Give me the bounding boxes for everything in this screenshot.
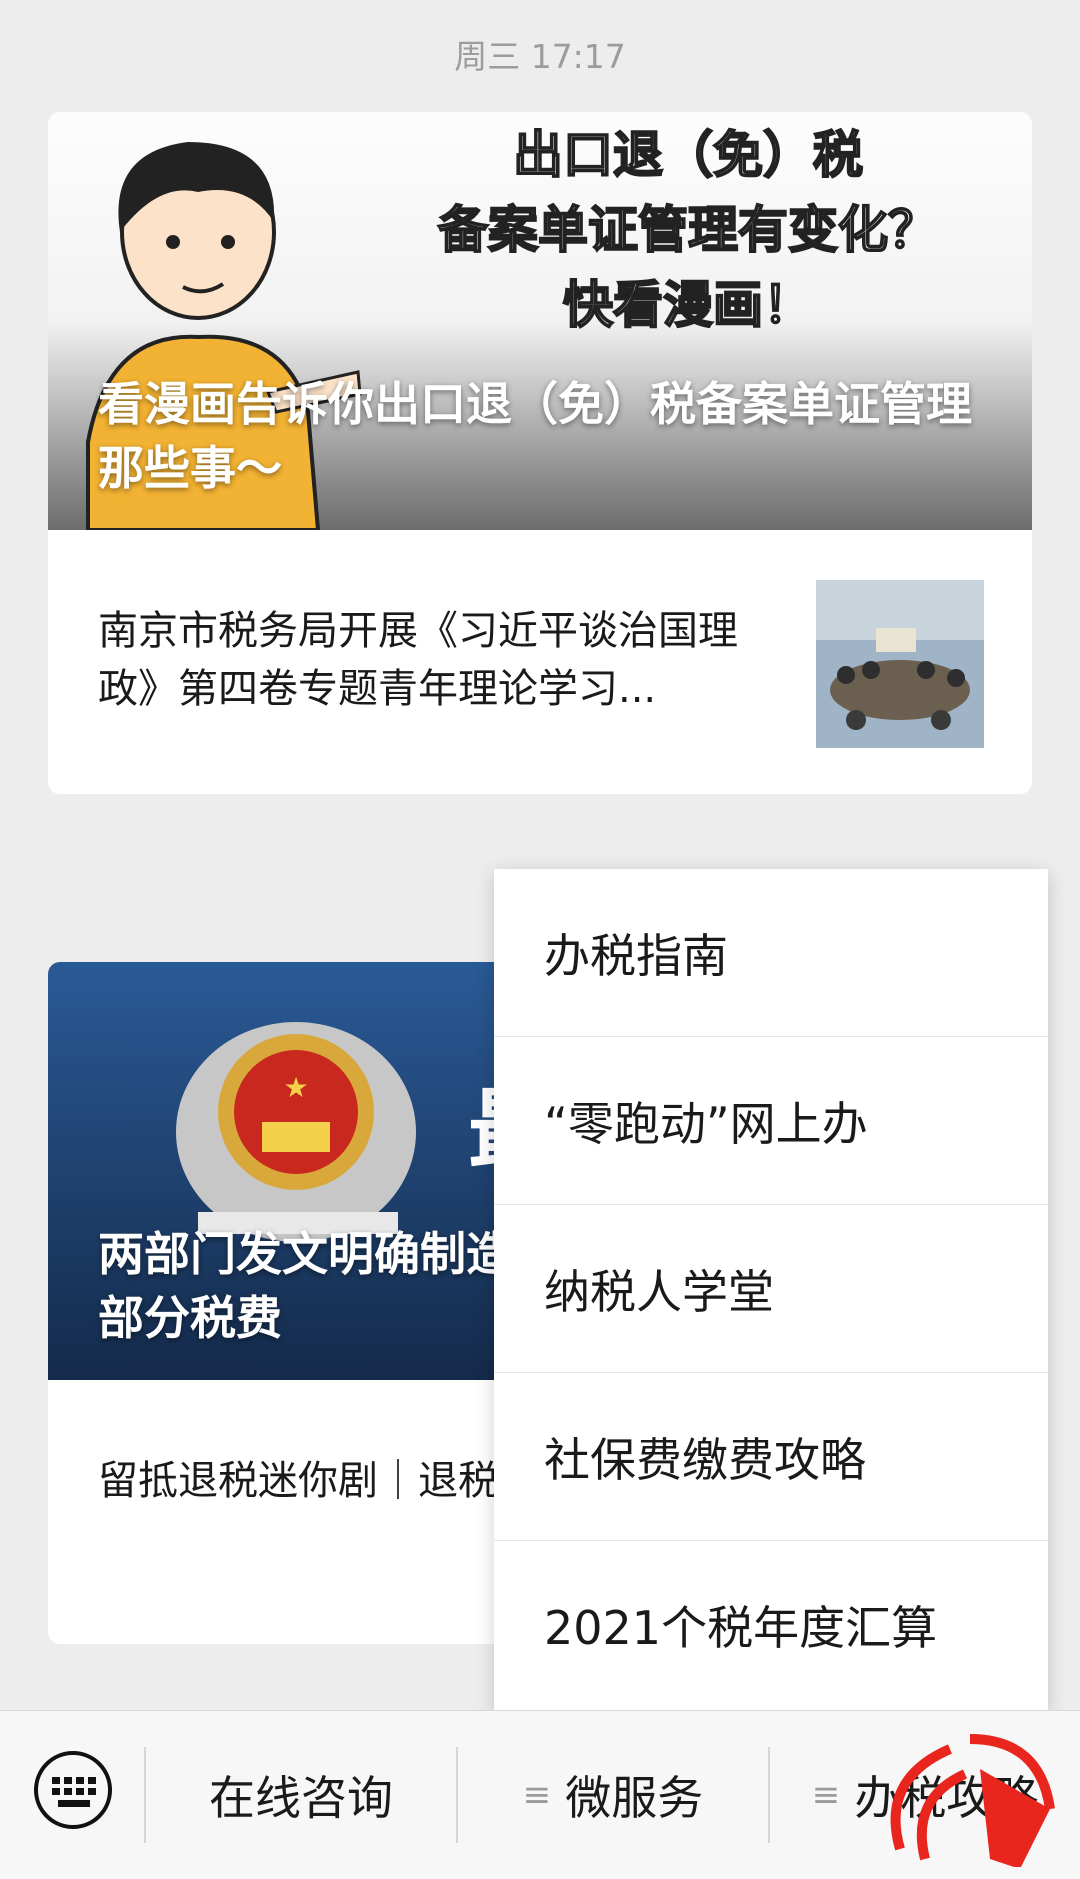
article-card[interactable]: 出口退（免）税 备案单证管理有变化？ 快看漫画！ 看漫画告诉你出口退（免）税备案… (48, 112, 1032, 794)
cover-banner-text: 备案单证管理有变化？ (438, 201, 938, 259)
sub-article-thumbnail (816, 580, 984, 748)
menu-item-online-service[interactable]: “零跑动”网上办 (494, 1037, 1048, 1205)
keyboard-icon[interactable] (34, 1751, 112, 1829)
timestamp: 周三 17:17 (454, 37, 626, 76)
svg-text:★: ★ (283, 1071, 308, 1104)
tab-label: 微服务 (565, 1771, 704, 1825)
menu-item-social-security-guide[interactable]: 社保费缴费攻略 (494, 1373, 1048, 1541)
menu-item-tax-guide[interactable]: 办税指南 (494, 869, 1048, 1037)
menu-item-annual-tax-settlement[interactable]: 2021个税年度汇算 (494, 1541, 1048, 1709)
tab-label: 在线咨询 (209, 1771, 393, 1825)
cover-banner-text: 出口退（免）税 (513, 126, 863, 184)
cover-banner-text: 快看漫画！ (563, 276, 813, 334)
menu-lines-icon: ≡ (522, 1775, 552, 1815)
tab-micro-service[interactable]: ≡ 微服务 (458, 1711, 768, 1879)
article-title: 看漫画告诉你出口退（免）税备案单证管理那些事～ (98, 377, 972, 495)
tap-pointer-icon (890, 1734, 1055, 1867)
menu-lines-icon: ≡ (811, 1775, 841, 1815)
sub-article-title: 南京市税务局开展《习近平谈治国理政》第四卷专题青年理论学习... (98, 608, 738, 712)
sub-article-item[interactable]: 南京市税务局开展《习近平谈治国理政》第四卷专题青年理论学习... (48, 530, 1032, 772)
submenu-popup: 办税指南 “零跑动”网上办 纳税人学堂 社保费缴费攻略 2021个税年度汇算 (494, 869, 1048, 1711)
article-cover[interactable]: 出口退（免）税 备案单证管理有变化？ 快看漫画！ 看漫画告诉你出口退（免）税备案… (48, 112, 1032, 530)
tab-online-consult[interactable]: 在线咨询 (146, 1711, 456, 1879)
menu-item-taxpayer-school[interactable]: 纳税人学堂 (494, 1205, 1048, 1373)
bottom-menu-bar: 在线咨询 ≡ 微服务 ≡ 办税攻略 (0, 1710, 1080, 1879)
